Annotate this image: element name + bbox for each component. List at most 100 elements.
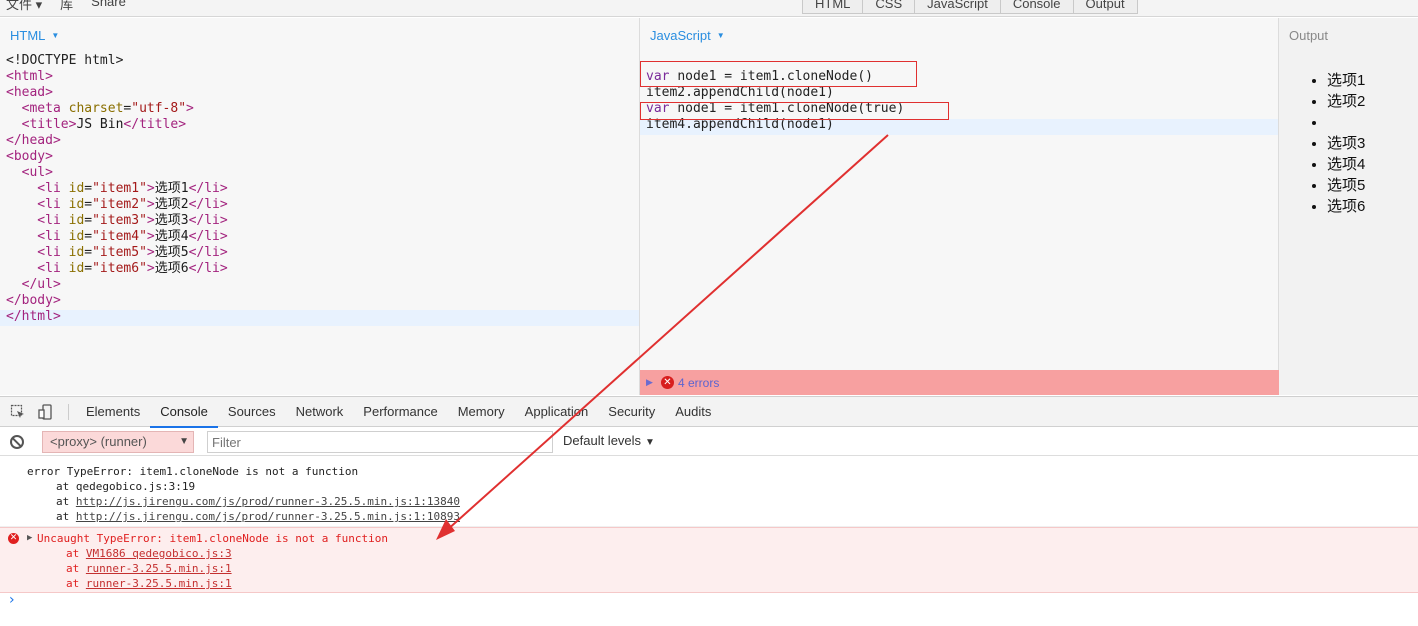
devtools: Elements Console Sources Network Performance… <box>0 396 1418 626</box>
code-token: </li> <box>188 213 228 228</box>
code-line: <title>JS Bin</title> <box>6 117 228 133</box>
error-icon: ✕ <box>8 533 19 544</box>
panel-toggle-tabs: HTML CSS JavaScript Console Output <box>802 0 1138 14</box>
source-link[interactable]: VM1686 qedegobico.js:3 <box>86 547 232 560</box>
tab-audits[interactable]: Audits <box>665 397 721 427</box>
expand-triangle-icon[interactable]: ▶ <box>646 377 653 388</box>
tab-console[interactable]: Console <box>1000 0 1074 14</box>
dropdown-caret-icon: ▼ <box>716 31 725 40</box>
console-line: at http://js.jirengu.com/js/prod/runner-… <box>27 494 1418 509</box>
output-panel: Output 选项1选项2 选项3选项4选项5选项6 <box>1279 18 1418 395</box>
code-token: 选项2 <box>154 197 189 212</box>
tab-network[interactable]: Network <box>286 397 354 427</box>
tab-css[interactable]: CSS <box>863 0 916 14</box>
source-link[interactable]: runner-3.25.5.min.js:1 <box>86 577 232 590</box>
code-token: "item5" <box>92 245 147 260</box>
devtools-tabbar: Elements Console Sources Network Performance… <box>0 397 1418 428</box>
code-token: <title> <box>6 117 77 132</box>
tab-memory[interactable]: Memory <box>448 397 515 427</box>
code-token: 选项3 <box>154 213 189 228</box>
tab-application[interactable]: Application <box>515 397 599 427</box>
code-token: <li <box>6 181 69 196</box>
tab-console[interactable]: Console <box>150 397 218 428</box>
html-code[interactable]: <!DOCTYPE html> <html> <head> <meta charse… <box>6 53 228 325</box>
source-link[interactable]: http://js.jirengu.com/js/prod/runner-3.2… <box>76 510 460 523</box>
console-line: at runner-3.25.5.min.js:1 <box>37 561 1418 576</box>
code-line: </body> <box>6 293 228 309</box>
code-token: "item1" <box>92 181 147 196</box>
console-line: Uncaught TypeError: item1.cloneNode is n… <box>37 531 1418 546</box>
output-list-item <box>1327 112 1365 133</box>
code-line: </html> <box>6 309 228 325</box>
code-token: > <box>186 101 194 116</box>
tab-elements[interactable]: Elements <box>76 397 150 427</box>
context-selector[interactable]: <proxy> (runner) ▼ <box>42 431 194 453</box>
javascript-editor-panel[interactable]: JavaScript ▼ var node1 = item1.cloneNode(… <box>640 18 1279 395</box>
output-list: 选项1选项2 选项3选项4选项5选项6 <box>1327 70 1365 217</box>
console-text: at qedegobico.js:3:19 <box>56 480 196 493</box>
console-log-message: error TypeError: item1.cloneNode is not … <box>0 457 1418 527</box>
code-line: item2.appendChild(node1) <box>646 85 904 101</box>
html-editor-panel[interactable]: HTML ▼ <!DOCTYPE html> <html> <head> <meta … <box>0 18 640 395</box>
console-line: at http://js.jirengu.com/js/prod/runner-… <box>27 509 1418 524</box>
code-token: "item6" <box>92 261 147 276</box>
annotation-box <box>640 102 949 120</box>
library-menu[interactable]: 库 <box>60 0 73 13</box>
console-prompt[interactable]: › <box>9 592 15 608</box>
code-token: "item4" <box>92 229 147 244</box>
tab-sources[interactable]: Sources <box>218 397 286 427</box>
output-list-item: 选项5 <box>1327 175 1365 196</box>
file-menu[interactable]: 文件 ▾ <box>6 0 42 13</box>
inspect-element-icon[interactable] <box>10 404 26 420</box>
tab-output[interactable]: Output <box>1073 0 1138 14</box>
code-token: 选项4 <box>154 229 189 244</box>
code-line: <li id="item5">选项5</li> <box>6 245 228 261</box>
code-token: </li> <box>188 245 228 260</box>
clear-console-icon[interactable] <box>10 435 24 449</box>
tab-performance[interactable]: Performance <box>353 397 447 427</box>
console-line: at qedegobico.js:3:19 <box>27 479 1418 494</box>
code-token: <li <box>6 229 69 244</box>
source-link[interactable]: runner-3.25.5.min.js:1 <box>86 562 232 575</box>
js-errors-bar[interactable]: ▶ ✕ 4 errors <box>640 370 1279 395</box>
code-token: > <box>146 197 155 212</box>
annotation-box <box>640 61 917 87</box>
code-token: <li <box>6 261 69 276</box>
devtools-tabs: Elements Console Sources Network Performance… <box>76 397 721 428</box>
code-token: id <box>68 245 85 260</box>
code-token: id <box>68 181 85 196</box>
tab-security[interactable]: Security <box>598 397 665 427</box>
code-line: <ul> <box>6 165 228 181</box>
code-token: "utf-8" <box>131 101 187 116</box>
console-messages: error TypeError: item1.cloneNode is not … <box>0 457 1418 593</box>
console-text: at <box>56 495 76 508</box>
code-line: <head> <box>6 85 228 101</box>
filter-input[interactable] <box>207 431 553 453</box>
code-token: <head> <box>6 85 53 100</box>
code-token: </li> <box>188 197 228 212</box>
code-token: <li <box>6 213 69 228</box>
code-token: </title> <box>123 117 187 132</box>
log-levels-dropdown[interactable]: Default levels ▼ <box>563 433 655 448</box>
javascript-panel-label[interactable]: JavaScript ▼ <box>650 28 725 43</box>
tab-html[interactable]: HTML <box>802 0 864 14</box>
code-token: <meta <box>6 101 69 116</box>
code-line: <li id="item6">选项6</li> <box>6 261 227 277</box>
device-toolbar-icon[interactable] <box>38 404 54 420</box>
code-token: = <box>84 213 93 228</box>
html-panel-label[interactable]: HTML ▼ <box>10 28 59 43</box>
code-token: <li <box>6 245 69 260</box>
output-panel-label: Output <box>1289 28 1329 43</box>
error-count: 4 errors <box>678 376 720 390</box>
code-token: = <box>84 181 93 196</box>
code-token: id <box>68 229 85 244</box>
code-token: id <box>68 197 85 212</box>
share-menu[interactable]: Share <box>91 0 126 13</box>
code-token: <body> <box>6 149 53 164</box>
expand-triangle-icon[interactable]: ▶ <box>27 531 32 546</box>
dropdown-arrow-icon: ▼ <box>645 437 655 448</box>
tab-javascript[interactable]: JavaScript <box>915 0 1001 14</box>
code-token: > <box>146 229 155 244</box>
console-text: at <box>66 547 86 560</box>
source-link[interactable]: http://js.jirengu.com/js/prod/runner-3.2… <box>76 495 460 508</box>
